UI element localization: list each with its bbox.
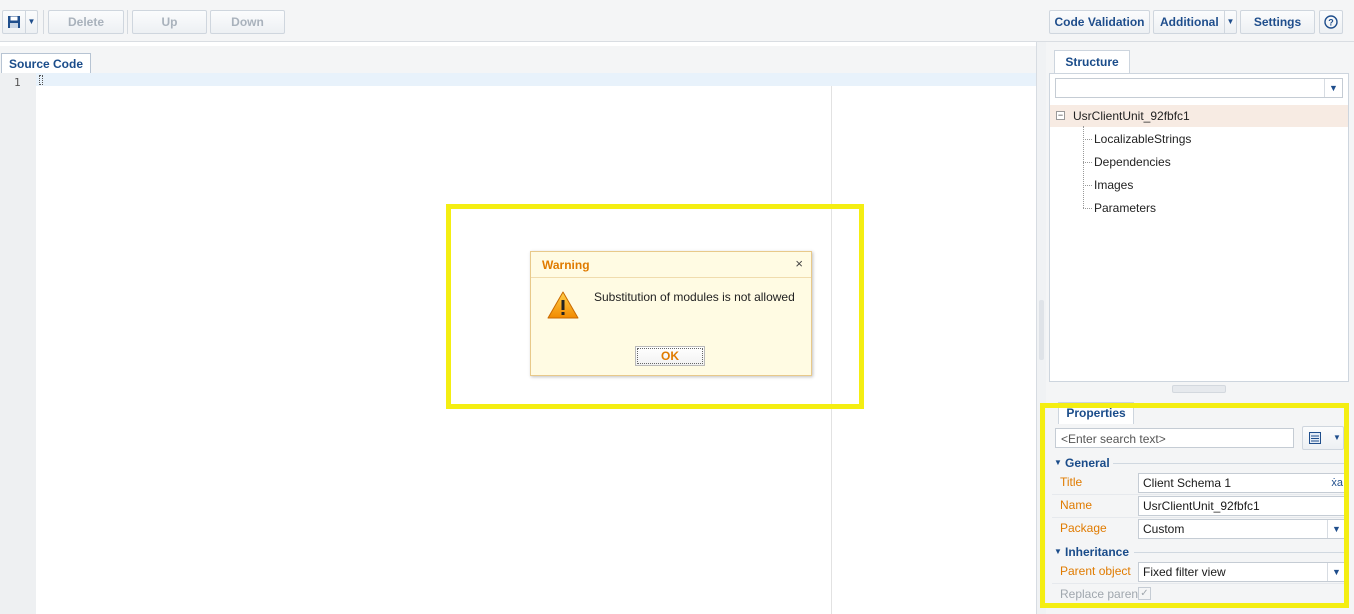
line-number: 1 xyxy=(14,76,21,89)
collapse-icon[interactable]: − xyxy=(1056,111,1065,120)
save-button[interactable]: ▼ xyxy=(2,10,38,34)
tree-node-parameters[interactable]: Parameters xyxy=(1094,201,1156,215)
tree-node-dependencies[interactable]: Dependencies xyxy=(1094,155,1171,169)
editor-tabstrip: Source Code xyxy=(0,46,1038,75)
line-gutter: 1 xyxy=(0,73,36,614)
ok-button[interactable]: OK xyxy=(635,346,705,366)
close-icon[interactable]: × xyxy=(795,256,803,271)
structure-filter-combo[interactable]: ▼ xyxy=(1055,78,1343,98)
tree-node-localizable-strings[interactable]: LocalizableStrings xyxy=(1094,132,1191,146)
chevron-down-icon[interactable]: ▼ xyxy=(1224,11,1236,33)
tree-node-images[interactable]: Images xyxy=(1094,178,1133,192)
svg-text:?: ? xyxy=(1328,18,1334,28)
up-button[interactable]: Up xyxy=(132,10,207,34)
splitter-handle[interactable] xyxy=(1039,300,1044,360)
additional-label: Additional xyxy=(1160,15,1219,29)
save-icon xyxy=(8,16,20,28)
text-cursor xyxy=(39,75,43,85)
tree-line xyxy=(1083,162,1092,163)
tree-root-node[interactable]: UsrClientUnit_92fbfc1 xyxy=(1073,109,1190,123)
help-button[interactable]: ? xyxy=(1319,10,1343,34)
dialog-header: Warning × xyxy=(531,252,811,278)
warning-dialog: Warning × Substitution of modules is not… xyxy=(530,251,812,376)
highlight-box xyxy=(1040,403,1349,608)
chevron-down-icon[interactable]: ▼ xyxy=(1324,79,1342,97)
delete-button[interactable]: Delete xyxy=(48,10,124,34)
tab-source-code[interactable]: Source Code xyxy=(1,53,91,75)
settings-button[interactable]: Settings xyxy=(1240,10,1315,34)
down-button[interactable]: Down xyxy=(210,10,285,34)
code-editor[interactable] xyxy=(36,73,1036,86)
warning-icon xyxy=(547,291,579,319)
code-validation-button[interactable]: Code Validation xyxy=(1049,10,1150,34)
tab-structure[interactable]: Structure xyxy=(1054,50,1130,74)
toolbar: ▼ Delete Up Down Code Validation Additio… xyxy=(0,0,1354,42)
tree-line xyxy=(1083,185,1092,186)
help-icon: ? xyxy=(1324,15,1338,29)
dialog-message: Substitution of modules is not allowed xyxy=(594,290,795,304)
tree-line xyxy=(1083,139,1092,140)
dialog-title: Warning xyxy=(542,258,590,272)
chevron-down-icon[interactable]: ▼ xyxy=(25,11,37,33)
tree-line xyxy=(1083,208,1092,209)
additional-button[interactable]: Additional ▼ xyxy=(1153,10,1237,34)
horizontal-splitter-handle[interactable] xyxy=(1172,385,1226,393)
